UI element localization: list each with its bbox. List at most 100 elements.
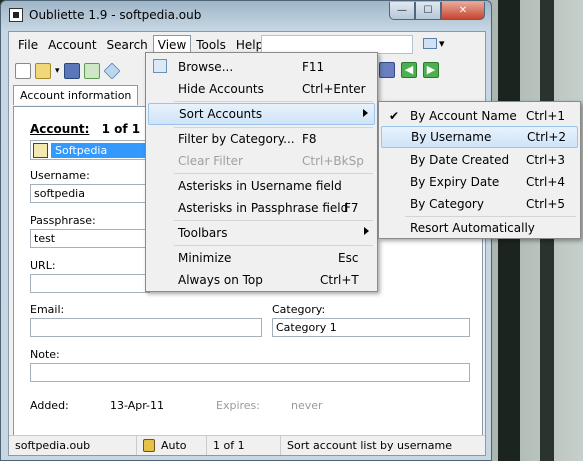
added-label: Added:: [30, 399, 69, 412]
note-label: Note:: [30, 348, 60, 361]
browse-icon: [153, 59, 167, 73]
menu-item-label: By Account Name: [410, 109, 517, 123]
menu-item-label: Resort Automatically: [410, 221, 535, 235]
window-controls: — ☐ ✕: [389, 2, 485, 20]
added-value: 13-Apr-11: [110, 399, 165, 412]
menu-item-label: Filter by Category...: [178, 132, 295, 146]
maximize-button[interactable]: ☐: [415, 2, 441, 20]
sort-accounts-submenu: ✔ By Account Name Ctrl+1 By Username Ctr…: [378, 101, 581, 239]
menu-item-label: Always on Top: [178, 273, 263, 287]
menu-item-sort-by-expiry-date[interactable]: By Expiry Date Ctrl+4: [381, 171, 578, 193]
view-menu: Browse... F11 Hide Accounts Ctrl+Enter S…: [145, 52, 378, 292]
arrow-right-icon[interactable]: ▶: [423, 62, 439, 78]
menu-item-sort-by-date-created[interactable]: By Date Created Ctrl+3: [381, 149, 578, 171]
menu-account[interactable]: Account: [43, 35, 101, 55]
app-icon: [9, 8, 23, 22]
expires-label: Expires:: [216, 399, 260, 412]
menu-item-sort-accounts[interactable]: Sort Accounts: [148, 103, 375, 125]
new-file-icon[interactable]: [15, 63, 31, 79]
menu-item-asterisks-passphrase[interactable]: Asterisks in Passphrase field F7: [148, 197, 375, 219]
status-bar: softpedia.oub Auto 1 of 1 Sort account l…: [9, 435, 485, 455]
menu-item-always-on-top[interactable]: Always on Top Ctrl+T: [148, 269, 375, 291]
menu-item-shortcut: Ctrl+3: [526, 153, 566, 167]
menu-separator: [174, 220, 373, 221]
menu-item-shortcut: Ctrl+T: [320, 273, 359, 287]
menu-item-shortcut: F7: [344, 201, 359, 215]
menu-item-resort-automatically[interactable]: Resort Automatically: [381, 217, 578, 239]
account-position: 1 of 1: [101, 122, 141, 136]
menu-item-shortcut: Ctrl+BkSp: [302, 154, 364, 168]
menu-item-minimize[interactable]: Minimize Esc: [148, 247, 375, 269]
menu-item-shortcut: Ctrl+4: [526, 175, 566, 189]
menu-item-label: Clear Filter: [178, 154, 243, 168]
menu-item-sort-by-account-name[interactable]: ✔ By Account Name Ctrl+1: [381, 105, 578, 127]
monitor-dropdown[interactable]: ▾: [423, 37, 445, 50]
window-title: Oubliette 1.9 - softpedia.oub: [29, 8, 202, 22]
account-header: Account: 1 of 1: [30, 122, 140, 136]
menu-item-shortcut: F11: [302, 60, 325, 74]
menu-file[interactable]: File: [13, 35, 43, 55]
close-button[interactable]: ✕: [441, 2, 485, 20]
menu-item-label: Toolbars: [178, 226, 228, 240]
tab-account-information[interactable]: Account information: [13, 85, 139, 105]
menu-item-label: By Category: [410, 197, 484, 211]
minimize-button[interactable]: —: [389, 2, 415, 20]
menu-item-label: Browse...: [178, 60, 234, 74]
title-bar[interactable]: Oubliette 1.9 - softpedia.oub — ☐ ✕: [1, 1, 491, 29]
url-field[interactable]: [30, 274, 150, 293]
checkmark-icon: ✔: [389, 109, 400, 123]
status-lock: Auto: [137, 436, 207, 455]
toolbar-nav: ◀ ▶: [379, 62, 439, 78]
chevron-down-icon: ▾: [439, 37, 445, 50]
menu-item-shortcut: Esc: [338, 251, 359, 265]
open-folder-icon[interactable]: [35, 63, 51, 79]
menu-separator: [174, 245, 373, 246]
account-header-label: Account:: [30, 122, 90, 136]
category-field[interactable]: Category 1: [272, 318, 470, 337]
book-icon[interactable]: [379, 62, 395, 78]
save-icon[interactable]: [63, 63, 80, 79]
menu-item-shortcut: Ctrl+5: [526, 197, 566, 211]
menu-item-filter-by-category[interactable]: Filter by Category... F8: [148, 128, 375, 150]
category-label: Category:: [272, 303, 326, 316]
padlock-icon: [143, 439, 155, 452]
passphrase-field[interactable]: test: [30, 229, 150, 248]
menu-item-browse[interactable]: Browse... F11: [148, 56, 375, 78]
submenu-arrow-icon: [363, 109, 368, 117]
menu-separator: [174, 173, 373, 174]
menu-item-label: By Expiry Date: [410, 175, 500, 189]
menu-item-label: Hide Accounts: [178, 82, 264, 96]
menu-item-hide-accounts[interactable]: Hide Accounts Ctrl+Enter: [148, 78, 375, 100]
email-label: Email:: [30, 303, 65, 316]
arrow-left-icon[interactable]: ◀: [401, 62, 417, 78]
menu-item-shortcut: Ctrl+Enter: [302, 82, 366, 96]
status-position: 1 of 1: [207, 436, 281, 455]
menu-item-label: Asterisks in Passphrase field: [178, 201, 349, 215]
menu-separator: [174, 101, 373, 102]
menu-item-label: By Username: [411, 130, 492, 144]
copy-account-icon[interactable]: [83, 63, 100, 79]
diamond-icon[interactable]: [103, 62, 121, 80]
username-label: Username:: [30, 169, 90, 182]
submenu-arrow-icon: [364, 227, 369, 235]
passphrase-label: Passphrase:: [30, 214, 96, 227]
note-field[interactable]: [30, 363, 470, 382]
username-field[interactable]: softpedia: [30, 184, 150, 203]
menu-item-sort-by-category[interactable]: By Category Ctrl+5: [381, 193, 578, 215]
chevron-down-icon[interactable]: ▾: [55, 66, 60, 76]
menu-item-asterisks-username[interactable]: Asterisks in Username field: [148, 175, 375, 197]
menu-item-shortcut: Ctrl+1: [526, 109, 566, 123]
menu-item-shortcut: Ctrl+2: [527, 130, 567, 144]
status-message: Sort account list by username: [287, 439, 452, 452]
email-field[interactable]: [30, 318, 262, 337]
menu-item-label: Asterisks in Username field: [178, 179, 342, 193]
menu-item-label: Sort Accounts: [179, 107, 263, 121]
expires-value: never: [291, 399, 323, 412]
toolbar: ▾: [15, 60, 121, 82]
menu-item-toolbars[interactable]: Toolbars: [148, 222, 375, 244]
account-selector[interactable]: Softpedia: [30, 140, 150, 160]
menu-item-clear-filter[interactable]: Clear Filter Ctrl+BkSp: [148, 150, 375, 172]
menu-item-sort-by-username[interactable]: By Username Ctrl+2: [381, 126, 578, 148]
menu-item-shortcut: F8: [302, 132, 317, 146]
account-selected: Softpedia: [51, 142, 149, 158]
